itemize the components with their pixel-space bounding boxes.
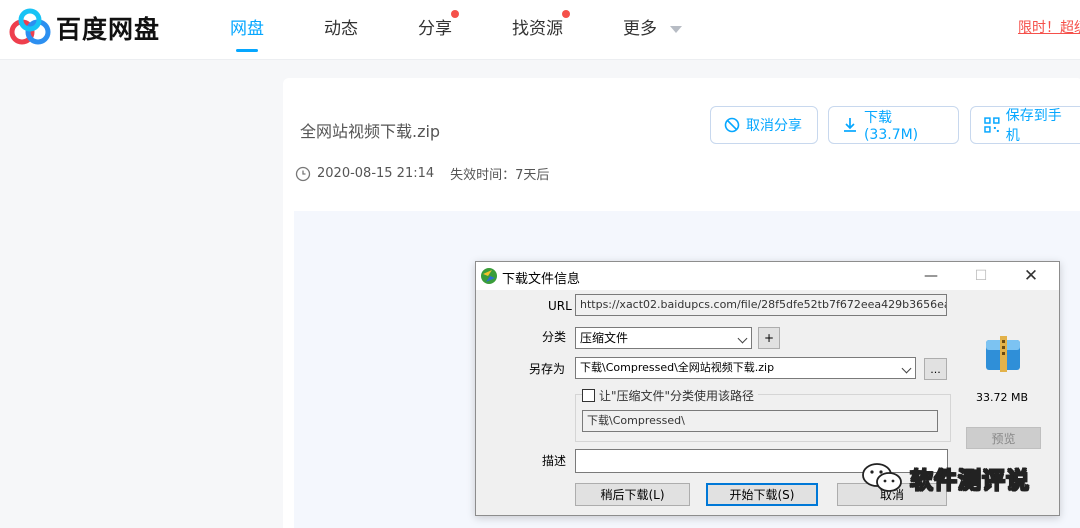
promo-link[interactable]: 限时！超级 [1018,17,1080,37]
start-download-button[interactable]: 开始下载(S) [706,483,818,506]
save-as-select[interactable]: 下载\Compressed\全网站视频下载.zip [575,357,916,379]
archive-file-icon [986,336,1020,372]
button-label: 取消分享 [746,118,802,134]
url-label: URL [548,299,572,313]
shared-file-name: 全网站视频下载.zip [300,122,441,141]
checkbox-box[interactable] [582,389,595,402]
dialog-title: 下载文件信息 [502,272,581,287]
button-label: 下载(33.7M) [863,110,919,143]
button-label: 保存到手机 [1005,108,1062,144]
brand-name: 百度网盘 [56,15,161,44]
chevron-down-icon [737,333,748,344]
watermark: 软件测评说 [860,460,1030,496]
notification-dot [451,10,459,18]
browse-button[interactable]: ... [924,358,947,380]
nav-item-find-resources[interactable]: 找资源 [512,10,570,50]
clock-icon [295,166,311,181]
save-to-phone-button[interactable]: 保存到手机 [970,106,1080,144]
nav-label: 动态 [324,19,358,39]
category-select[interactable]: 压缩文件 [575,327,752,349]
url-field[interactable]: https://xact02.baidupcs.com/file/28f5dfe… [575,294,947,316]
ban-icon [724,117,740,133]
save-as-value: 下载\Compressed\全网站视频下载.zip [580,361,775,374]
qr-code-icon [984,117,1000,133]
share-meta: 2020-08-15 21:14 失效时间：7天后 [295,164,549,183]
category-path-field: 下载\Compressed\ [582,410,938,432]
checkbox-label: 让"压缩文件"分类使用该路径 [599,389,755,403]
description-label: 描述 [542,454,567,468]
nav-label: 找资源 [512,19,563,39]
add-category-button[interactable]: + [758,327,780,349]
minimize-button[interactable]: — [908,262,954,290]
expire-time: 失效时间：7天后 [450,168,550,183]
download-icon [843,118,856,132]
nav-item-feed[interactable]: 动态 [324,14,358,50]
file-size: 33.72 MB [976,391,1029,404]
cancel-share-button[interactable]: 取消分享 [710,106,818,144]
brand-logo[interactable]: 百度网盘 [8,8,160,48]
top-navigation-bar: 百度网盘 网盘 动态 分享 找资源 更多 限时！超级 [0,0,1080,60]
save-as-label: 另存为 [529,362,566,376]
preview-button[interactable]: 预览 [966,427,1041,449]
download-manager-icon [481,268,497,284]
category-value: 压缩文件 [580,331,629,345]
dialog-titlebar[interactable]: 下载文件信息 — ☐ ✕ [476,262,1059,290]
maximize-button[interactable]: ☐ [958,262,1004,290]
download-button[interactable]: 下载(33.7M) [828,106,959,144]
wechat-logo-icon [862,463,902,492]
nav-label: 更多 [623,19,657,39]
chevron-down-icon [901,363,912,374]
category-label: 分类 [542,330,567,344]
close-button[interactable]: ✕ [1008,262,1054,290]
share-date: 2020-08-15 21:14 [317,166,435,181]
watermark-text: 软件测评说 [910,468,1030,495]
use-path-checkbox[interactable]: 让"压缩文件"分类使用该路径 [582,387,759,404]
baidu-netdisk-logo-icon [9,8,51,45]
download-later-button[interactable]: 稍后下载(L) [575,483,690,506]
nav-item-share[interactable]: 分享 [418,10,459,50]
nav-item-more[interactable]: 更多 [623,14,683,50]
nav-label: 分享 [418,19,452,39]
nav-label: 网盘 [230,19,264,39]
nav-item-netdisk[interactable]: 网盘 [230,14,264,50]
chevron-down-icon [670,25,683,33]
notification-dot [562,10,570,18]
